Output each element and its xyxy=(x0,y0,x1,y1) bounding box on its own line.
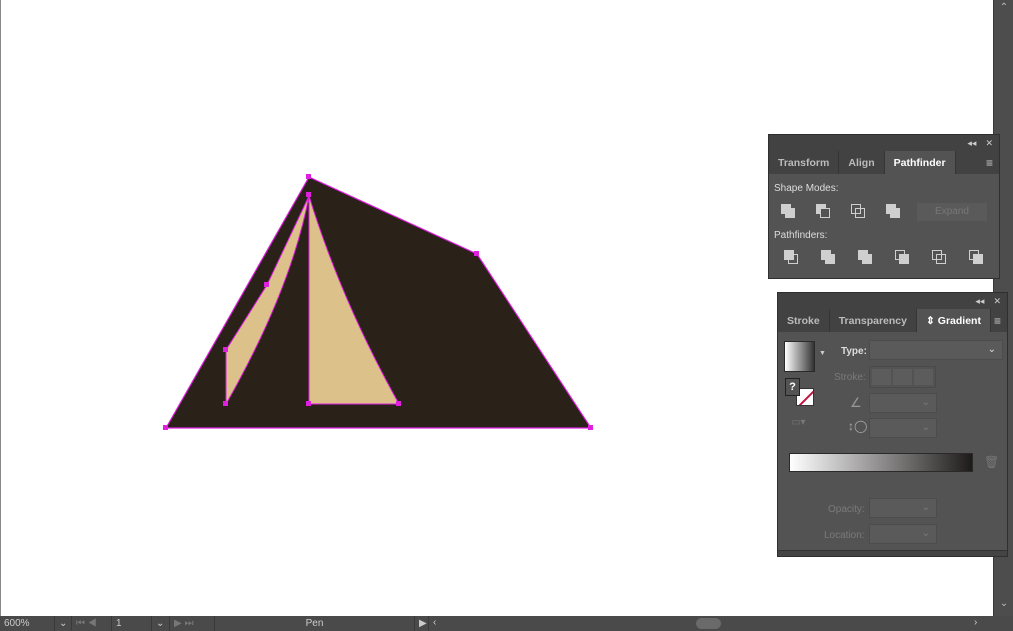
scroll-left-icon[interactable]: ‹ xyxy=(433,617,436,628)
pathfinders-label: Pathfinders: xyxy=(774,230,828,241)
exclude-icon[interactable] xyxy=(886,204,902,220)
opacity-field[interactable]: ⌄ xyxy=(869,498,937,518)
stroke-label: Stroke: xyxy=(834,372,866,383)
artboard-field[interactable]: 1 xyxy=(112,616,152,631)
type-dropdown[interactable]: ⌄ xyxy=(869,340,1003,360)
collapse-icon[interactable]: ◂◂ xyxy=(975,296,984,307)
angle-icon: ∠ xyxy=(850,395,862,410)
panel-menu-icon[interactable]: ≡ xyxy=(994,309,1007,332)
type-label: Type: xyxy=(841,346,867,357)
gradient-swatch[interactable] xyxy=(784,341,815,372)
gradient-slider[interactable] xyxy=(789,453,973,472)
tab-transform[interactable]: Transform xyxy=(769,151,840,174)
artboard-dropdown-icon[interactable]: ⌄ xyxy=(152,616,170,631)
reverse-gradient-icon[interactable]: ▭▾ xyxy=(791,417,805,428)
pathfinder-panel: ◂◂ ✕ Transform Align Pathfinder ≡ Shape M… xyxy=(768,134,1000,279)
tab-pathfinder[interactable]: Pathfinder xyxy=(884,151,956,174)
angle-field[interactable]: ⌄ xyxy=(869,393,937,413)
tab-align[interactable]: Align xyxy=(839,151,885,174)
stroke-gradient-buttons[interactable] xyxy=(869,366,936,388)
scroll-thumb[interactable] xyxy=(696,618,721,629)
intersect-icon[interactable] xyxy=(851,204,867,220)
swatch-dropdown-icon[interactable]: ▼ xyxy=(819,350,826,357)
status-bar: 600% ⌄ ⏮ ◀ 1 ⌄ ▶ ⏭ Pen ▶ ‹ › xyxy=(0,616,1013,631)
scroll-down-icon[interactable]: ⌄ xyxy=(994,598,1013,609)
trim-icon[interactable] xyxy=(821,250,837,266)
aspect-ratio-field[interactable]: ⌄ xyxy=(869,418,937,438)
scroll-right-icon[interactable]: › xyxy=(974,617,977,628)
next-last-artboard-icon[interactable]: ▶ ⏭ xyxy=(170,616,215,631)
divide-icon[interactable] xyxy=(784,250,800,266)
tab-gradient-label: Gradient xyxy=(937,314,981,327)
delete-stop-icon[interactable]: 🗑︎ xyxy=(984,455,999,469)
first-prev-artboard-icon[interactable]: ⏮ ◀ xyxy=(72,616,112,631)
opacity-label: Opacity: xyxy=(828,504,865,515)
current-tool: Pen xyxy=(215,616,415,631)
tab-transparency[interactable]: Transparency xyxy=(830,309,917,332)
zoom-field[interactable]: 600% xyxy=(0,616,55,631)
resize-grip[interactable] xyxy=(778,550,1007,556)
unite-icon[interactable] xyxy=(781,204,797,220)
status-menu-icon[interactable]: ▶ xyxy=(415,616,429,631)
tab-stroke[interactable]: Stroke xyxy=(778,309,830,332)
updown-icon: ⇕ xyxy=(925,314,935,327)
location-label: Location: xyxy=(824,530,865,541)
minus-back-icon[interactable] xyxy=(969,250,985,266)
fill-stroke-indicator[interactable]: ? xyxy=(785,378,817,408)
outline-icon[interactable] xyxy=(932,250,948,266)
collapse-icon[interactable]: ◂◂ xyxy=(967,138,976,149)
gradient-panel: ◂◂ ✕ Stroke Transparency ⇕ Gradient ≡ ▼ ? … xyxy=(777,292,1008,557)
panel-menu-icon[interactable]: ≡ xyxy=(986,151,999,174)
tab-gradient[interactable]: ⇕ Gradient xyxy=(916,309,991,332)
horizontal-scrollbar[interactable]: ‹ › xyxy=(429,616,1013,631)
minus-front-icon[interactable] xyxy=(816,204,832,220)
close-icon[interactable]: ✕ xyxy=(993,296,1001,307)
shape-modes-label: Shape Modes: xyxy=(774,183,839,194)
expand-button[interactable]: Expand xyxy=(917,203,987,221)
location-field[interactable]: ⌄ xyxy=(869,524,937,544)
unknown-fill: ? xyxy=(785,378,800,396)
merge-icon[interactable] xyxy=(858,250,874,266)
close-icon[interactable]: ✕ xyxy=(985,138,993,149)
scroll-up-icon[interactable]: ⌃ xyxy=(994,2,1013,13)
zoom-dropdown-icon[interactable]: ⌄ xyxy=(55,616,72,631)
aspect-ratio-icon: ↕◯ xyxy=(848,419,868,433)
crop-icon[interactable] xyxy=(895,250,911,266)
